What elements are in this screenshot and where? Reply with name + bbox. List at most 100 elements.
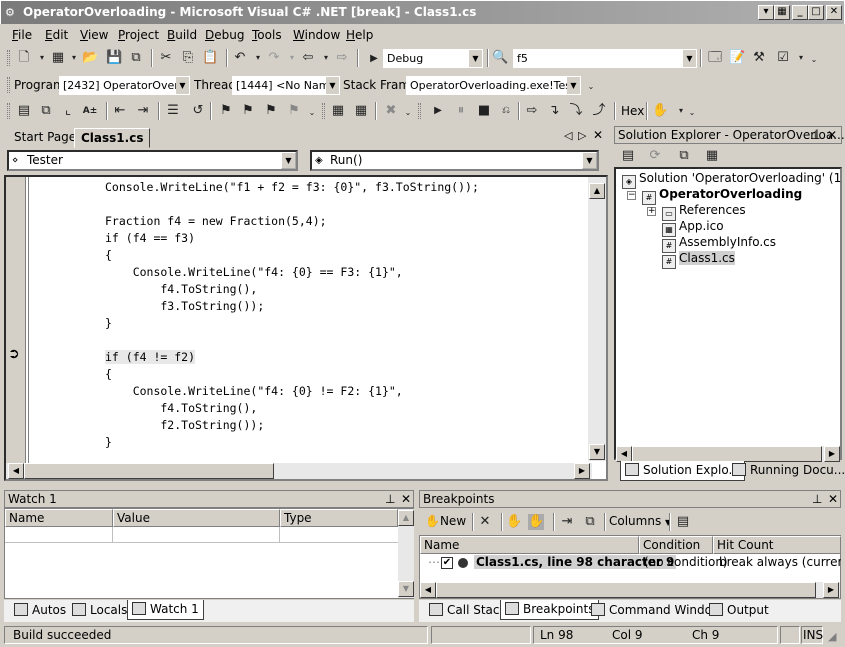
copy-icon[interactable]: ⎘ [180,50,196,66]
view-code-icon[interactable]: ▤ [620,148,636,164]
menu-edit[interactable]: Edit [45,28,68,42]
chevron-down-icon[interactable]: ▼ [469,50,482,67]
code-line[interactable]: Fraction f4 = new Fraction(5,4); [105,213,479,230]
maximize-button[interactable]: □ [808,5,824,20]
chevron-down-icon[interactable]: ▼ [281,152,296,169]
chevron-down-icon[interactable]: ▼ [176,77,189,94]
parameter-info-icon[interactable]: ⧉ [38,103,54,119]
tab-watch-1[interactable]: Watch 1 [127,600,204,620]
column-header-type[interactable]: Type [280,509,398,527]
mdi-restore-button[interactable]: ▦ [774,5,790,20]
mdi-menu-button[interactable]: ▾ [758,5,774,20]
toolbar-options-icon[interactable]: ⌄ [400,105,416,121]
breakpoints-window-icon[interactable]: ▦ [353,103,369,119]
scroll-up-button[interactable]: ▲ [398,510,414,526]
thread-combo[interactable]: [1444] <No Name> ▼ [232,76,340,95]
chevron-down-icon[interactable]: ▼ [326,77,339,94]
tab-class1-cs[interactable]: Class1.cs [74,128,151,148]
undo-icon[interactable]: ↶ [232,50,248,66]
dropdown-arrow-icon[interactable]: ▾ [318,50,334,66]
toolbar-grip[interactable] [7,50,10,66]
increase-indent-icon[interactable]: ⇥ [135,103,151,119]
horizontal-scroll-thumb[interactable] [24,463,274,479]
code-line[interactable]: Console.WriteLine("f4: {0} == F3: {1}", [105,264,479,281]
code-line[interactable]: } [105,434,479,451]
watch-grid[interactable]: Name Value Type ▲ ▼ [4,508,414,599]
navigate-back-icon[interactable]: ⇦ [300,50,316,66]
code-line[interactable]: Console.WriteLine("f4: {0} != F2: {1}", [105,383,479,400]
scroll-left-button[interactable]: ◀ [8,463,24,479]
hex-button[interactable]: Hex [621,104,644,118]
new-breakpoint-button[interactable]: ✋New [425,514,466,528]
breakpoint-enabled-checkbox[interactable]: ✔ [441,557,453,569]
step-over-icon[interactable]: ⤵ [568,103,584,119]
menu-project[interactable]: Project [118,28,159,42]
add-item-icon[interactable]: ▦ [50,50,66,66]
code-line[interactable]: { [105,366,479,383]
tab-locals[interactable]: Locals [68,601,131,621]
minimize-button[interactable]: _ [792,5,808,20]
step-into-icon[interactable]: ↴ [546,103,562,119]
menu-help[interactable]: Help [346,28,373,42]
delete-all-breakpoints-icon[interactable]: ✋ [506,514,522,530]
close-button[interactable]: ✕ [826,5,842,20]
find-combo[interactable]: f5 ▼ [513,49,697,68]
column-header-condition[interactable]: Condition [639,536,713,554]
scroll-right-button[interactable]: ▶ [823,582,839,598]
chevron-down-icon[interactable]: ▼ [683,50,696,67]
go-to-disassembly-icon[interactable]: ⧉ [582,514,598,530]
properties-icon[interactable]: 📝 [729,50,745,66]
delete-icon[interactable]: ✕ [477,514,493,530]
dropdown-arrow-icon[interactable]: ▾ [34,50,50,66]
expand-icon[interactable]: + [647,207,656,216]
toolbar-grip[interactable] [322,103,325,119]
scroll-left-button[interactable]: ◀ [420,582,436,598]
breakpoints-grid[interactable]: Name Condition Hit Count ⋯ ✔ Class1.cs, … [419,535,841,599]
restart-icon[interactable]: ⎌ [498,103,514,119]
code-editor[interactable]: ➲ Console.WriteLine("f1 + f2 = f3: {0}",… [4,175,608,481]
navigate-forward-icon[interactable]: ⇨ [334,50,350,66]
save-all-icon[interactable]: ⧉ [128,50,144,66]
tab-call-stack[interactable]: Call Stack [425,601,510,621]
complete-word-icon[interactable]: A± [82,103,98,119]
comment-icon[interactable]: ☰ [165,103,181,119]
uncomment-icon[interactable]: ↺ [190,103,206,119]
scroll-tabs-left-icon[interactable]: ◁ [564,129,572,142]
indicator-margin[interactable]: ➲ [6,177,26,463]
toolbar-grip[interactable] [7,103,10,119]
code-line[interactable]: if (f4 == f3) [105,230,479,247]
scroll-down-button[interactable]: ▼ [589,444,605,460]
save-icon[interactable]: 💾 [106,50,122,66]
code-line[interactable]: { [105,247,479,264]
pin-icon[interactable]: ⊥ [810,127,820,143]
cut-icon[interactable]: ✂ [158,50,174,66]
close-document-icon[interactable]: ✕ [593,128,603,142]
open-folder-icon[interactable]: 📂 [82,50,98,66]
class-view-icon[interactable]: ☑ [775,50,791,66]
collapse-icon[interactable]: − [627,191,636,200]
solution-explorer-icon[interactable]: 🗔 [707,50,723,66]
show-hide-breakpoints-icon[interactable]: ▦ [330,103,346,119]
properties-icon[interactable]: ▦ [704,148,720,164]
resize-grip-icon[interactable]: ◢ [828,630,836,643]
toolbar-grip[interactable] [418,103,421,119]
breakpoint-row[interactable]: ⋯ ✔ Class1.cs, line 98 character 9 (no c… [420,555,841,573]
toolbar-options-icon[interactable]: ⌄ [304,105,320,121]
redo-icon[interactable]: ↷ [266,50,282,66]
toggle-bookmark-icon[interactable]: ⚑ [218,103,234,119]
menu-file[interactable]: File [12,28,32,42]
column-header-hit-count[interactable]: Hit Count [713,536,841,554]
refresh-icon[interactable]: ⟳ [647,148,663,164]
code-line[interactable]: Console.WriteLine("f1 + f2 = f3: {0}", f… [105,179,479,196]
scroll-up-button[interactable]: ▲ [589,183,605,199]
scroll-right-button[interactable]: ▶ [824,446,840,462]
dropdown-arrow-icon[interactable]: ▾ [66,50,82,66]
show-next-statement-icon[interactable]: ⇨ [524,103,540,119]
horizontal-scroll-thumb[interactable] [436,582,816,598]
watch-row[interactable] [5,527,398,543]
stop-debugging-icon[interactable]: ■ [476,103,492,119]
code-line[interactable]: f4.ToString(), [105,400,479,417]
clear-bookmarks-icon[interactable]: ⚑ [286,103,302,119]
tab-running-documents[interactable]: Running Docu... [728,461,845,481]
menu-debug[interactable]: Debug [205,28,244,42]
